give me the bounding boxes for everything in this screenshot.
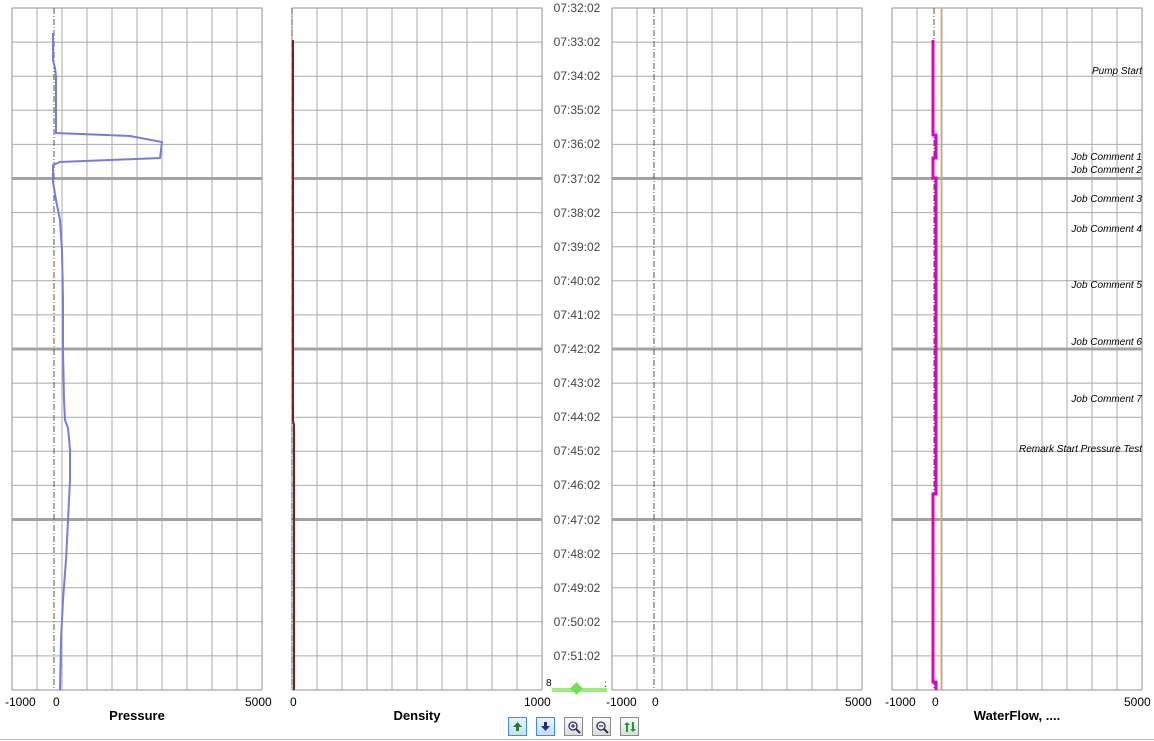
time-label: 07:38:02	[553, 205, 601, 220]
waterflow-track-title: WaterFlow, ....	[973, 708, 1061, 723]
pressure-axis-zero: 0	[53, 695, 60, 709]
pressure-track-title: Pressure	[109, 708, 165, 723]
scroll-down-button[interactable]	[536, 717, 555, 736]
time-label: 07:32:02	[553, 1, 601, 15]
time-label: 07:39:02	[553, 239, 601, 254]
log-chart-view: -1000 0 5000 Pressure 0 1000 Density -10…	[0, 0, 1154, 741]
time-label: 07:37:02	[553, 171, 601, 186]
job-comment-label: Remark Start Pressure Test	[1018, 444, 1142, 455]
job-comment-label: Pump Start	[1091, 66, 1142, 77]
waterflow-axis-min: -1000	[885, 695, 916, 709]
time-label: 07:49:02	[553, 580, 601, 595]
arrow-up-icon	[511, 720, 524, 733]
scroll-up-button[interactable]	[508, 717, 527, 736]
density-curve	[292, 40, 295, 690]
time-label: 07:43:02	[553, 376, 601, 391]
track3-axis-min: -1000	[606, 695, 637, 709]
job-comment-label: Job Comment 3	[1071, 194, 1142, 205]
zoom-in-icon	[567, 720, 581, 734]
time-label: 07:44:02	[553, 410, 601, 425]
waterflow-axis-zero: 0	[932, 695, 939, 709]
job-comment-label: Job Comment 6	[1071, 337, 1142, 348]
time-label: 07:51:02	[553, 648, 601, 663]
time-label: 07:50:02	[553, 614, 601, 629]
time-label: 07:48:02	[553, 546, 601, 561]
pressure-axis-min: -1000	[5, 695, 36, 709]
arrow-down-icon	[539, 720, 552, 733]
waterflow-axis-max: 5000	[1124, 695, 1151, 709]
bottom-border	[0, 739, 1154, 740]
time-label: 07:33:02	[553, 35, 601, 50]
time-label: 07:34:02	[553, 69, 601, 84]
track3-axis-max: 5000	[845, 695, 872, 709]
swap-button[interactable]	[620, 717, 639, 736]
job-comment-label: Job Comment 4	[1071, 224, 1142, 235]
time-label: 07:47:02	[553, 512, 601, 527]
zoom-out-icon	[595, 720, 609, 734]
time-label: 07:35:02	[553, 103, 601, 118]
time-label: 07:45:02	[553, 444, 601, 459]
time-label: 07:46:02	[553, 478, 601, 493]
zoom-out-button[interactable]	[592, 717, 611, 736]
pressure-axis-max: 5000	[245, 695, 272, 709]
density-track-title: Density	[393, 708, 441, 723]
job-comment-label: Job Comment 7	[1071, 394, 1142, 405]
swap-icon	[623, 720, 637, 734]
density-axis-max: 1000	[524, 695, 551, 709]
job-comment-label: Job Comment 1	[1071, 152, 1142, 163]
time-label: 07:36:02	[553, 137, 601, 152]
job-comment-label: Job Comment 2	[1071, 165, 1142, 176]
time-label: 07:40:02	[553, 273, 601, 288]
scroller-left-label: 8	[546, 678, 552, 689]
time-label: 07:41:02	[553, 307, 601, 322]
track3-axis-zero: 0	[652, 695, 659, 709]
job-comment-label: Job Comment 5	[1071, 280, 1142, 291]
zoom-in-button[interactable]	[564, 717, 583, 736]
time-label: 07:42:02	[553, 342, 601, 356]
density-axis-zero: 0	[290, 695, 297, 709]
